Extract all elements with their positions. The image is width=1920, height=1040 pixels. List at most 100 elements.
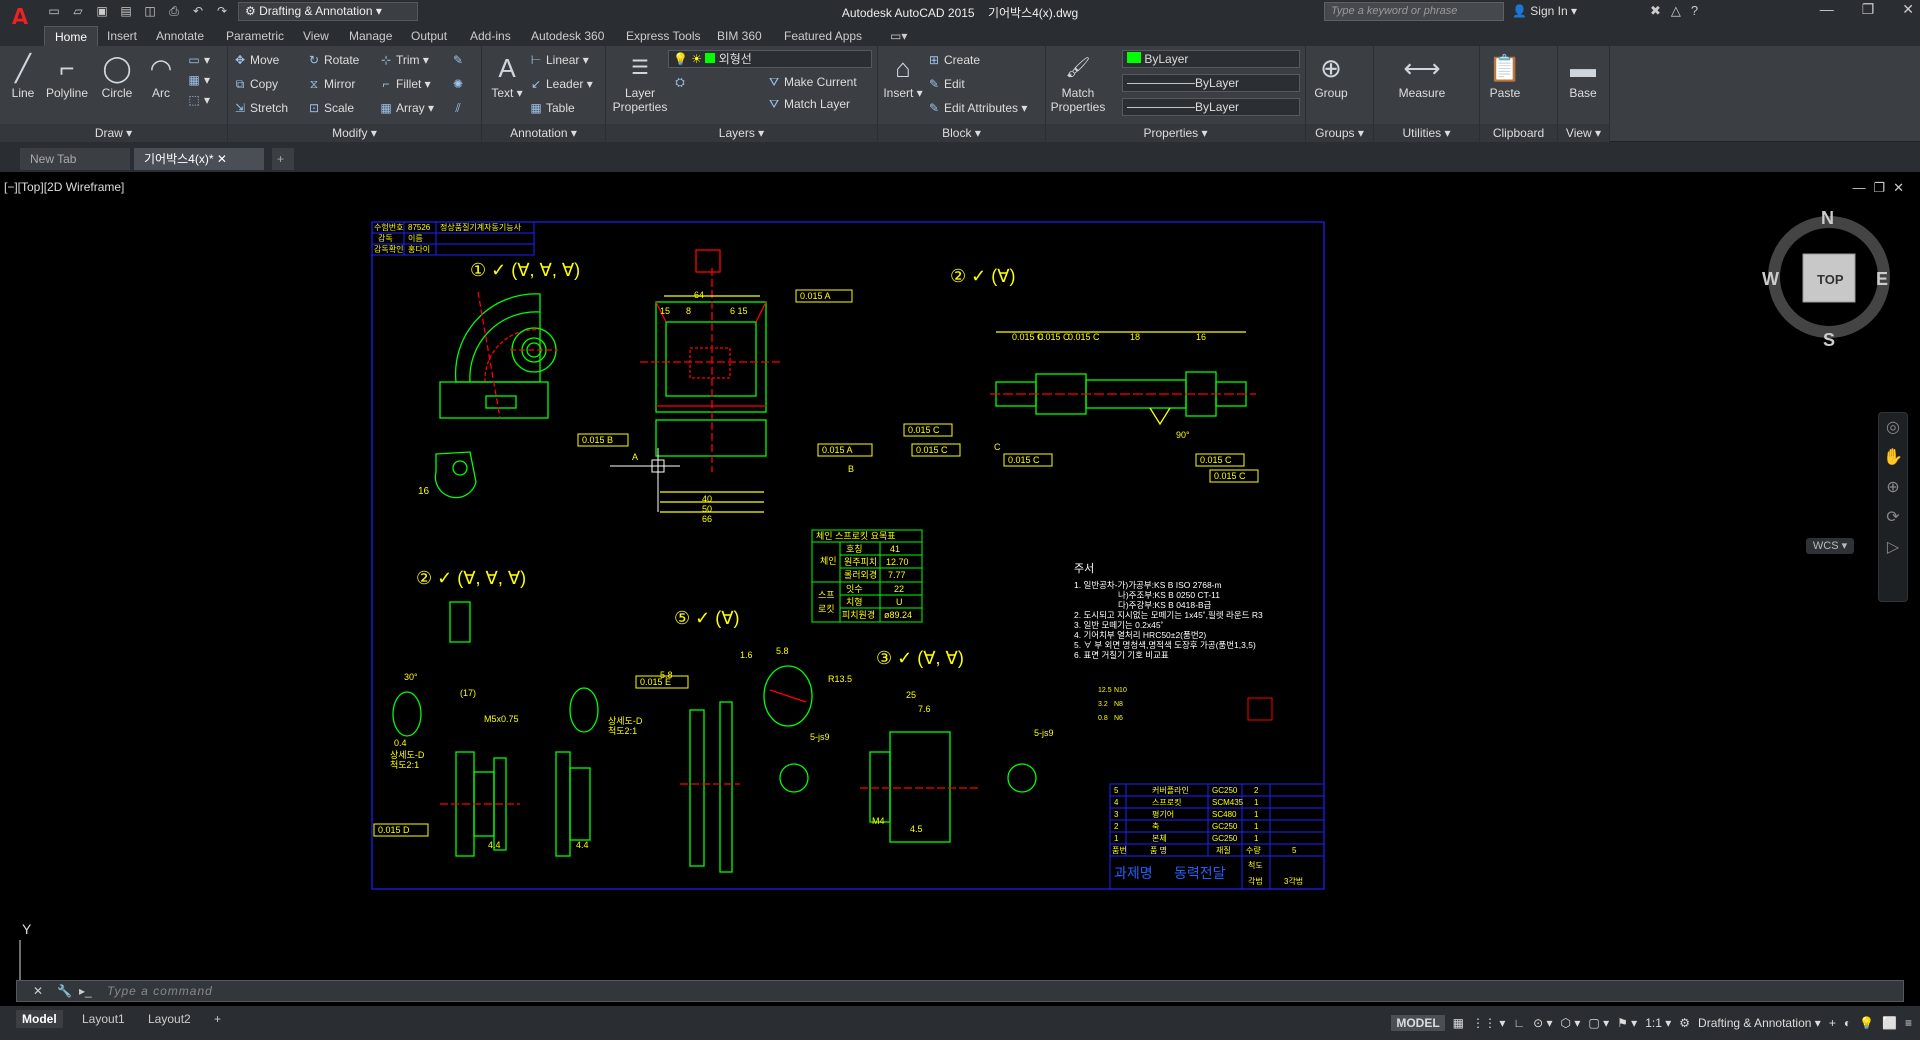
- add-tab-icon[interactable]: +: [272, 148, 294, 170]
- save-icon[interactable]: ▣: [92, 2, 112, 20]
- tab-addins[interactable]: Add-ins: [460, 26, 521, 46]
- web-icon[interactable]: ◫: [140, 2, 160, 20]
- table-button[interactable]: ▦ Table: [528, 98, 574, 118]
- saveas-icon[interactable]: ▤: [116, 2, 136, 20]
- workspace-select[interactable]: ⚙ Drafting & Annotation ▾: [238, 2, 418, 21]
- modify-panel-title[interactable]: Modify ▾: [228, 124, 481, 142]
- print-icon[interactable]: ⎙: [164, 2, 184, 20]
- view-panel-title[interactable]: View ▾: [1558, 124, 1609, 142]
- tab-express-tools[interactable]: Express Tools: [616, 26, 710, 46]
- workspace-gear-icon[interactable]: ⚙: [1679, 1016, 1690, 1030]
- layer-tools-row1[interactable]: ⛭: [672, 72, 732, 92]
- base-button[interactable]: ▬ Base: [1560, 50, 1606, 100]
- restore-icon[interactable]: ❐: [1862, 1, 1875, 18]
- line-button[interactable]: ╱ Line: [0, 50, 46, 100]
- viewcube-top[interactable]: TOP: [1817, 272, 1844, 287]
- ribbon-minimize-icon[interactable]: ▭▾: [880, 26, 917, 46]
- match-layer-button[interactable]: ⛛ Match Layer: [766, 94, 850, 114]
- pan-icon[interactable]: ✋: [1879, 443, 1907, 473]
- annotation-icon[interactable]: ⚑ ▾: [1617, 1016, 1637, 1030]
- tab-new[interactable]: New Tab: [20, 148, 130, 170]
- edit-block-button[interactable]: ✎ Edit: [926, 74, 965, 94]
- tab-model[interactable]: Model: [16, 1010, 63, 1028]
- lineweight-dropdown[interactable]: ────────ByLayer: [1122, 98, 1300, 116]
- zoom-icon[interactable]: ⊕: [1879, 473, 1907, 503]
- hardware-accel-icon[interactable]: ◐: [1844, 1016, 1851, 1030]
- tab-bim360[interactable]: BIM 360: [707, 26, 772, 46]
- grid-icon[interactable]: ▦: [1453, 1016, 1464, 1030]
- tab-home[interactable]: Home: [44, 26, 99, 46]
- tab-layout2[interactable]: Layout2: [142, 1010, 197, 1028]
- tab-parametric[interactable]: Parametric: [216, 26, 294, 46]
- viewcube-n[interactable]: N: [1821, 208, 1834, 228]
- annotation-scale-button[interactable]: 1:1 ▾: [1645, 1016, 1671, 1030]
- paste-button[interactable]: 📋 Paste: [1482, 50, 1528, 100]
- polar-icon[interactable]: ⊙ ▾: [1533, 1016, 1552, 1030]
- ortho-icon[interactable]: ∟: [1513, 1016, 1525, 1030]
- fillet-button[interactable]: ⌐ Fillet ▾: [378, 74, 430, 94]
- viewcube-s[interactable]: S: [1823, 330, 1835, 350]
- command-line[interactable]: ✕ 🔧 ▸_ Type a command: [16, 980, 1904, 1002]
- arc-button[interactable]: ◠ Arc: [138, 50, 184, 100]
- a360-icon[interactable]: △: [1671, 3, 1681, 19]
- tab-output[interactable]: Output: [401, 26, 457, 46]
- properties-panel-title[interactable]: Properties ▾: [1046, 124, 1305, 142]
- sign-in-button[interactable]: 👤 Sign In ▾: [1512, 4, 1577, 18]
- group-button[interactable]: ⊕ Group: [1308, 50, 1354, 100]
- mirror-button[interactable]: ⧖ Mirror: [306, 74, 356, 94]
- command-input[interactable]: Type a command: [107, 984, 213, 998]
- hatch-button[interactable]: ▦ ▾: [186, 70, 210, 90]
- tab-insert[interactable]: Insert: [97, 26, 147, 46]
- tab-annotate[interactable]: Annotate: [146, 26, 214, 46]
- create-block-button[interactable]: ⊞ Create: [926, 50, 980, 70]
- copy-button[interactable]: ⧉ Copy: [232, 74, 278, 94]
- search-input[interactable]: Type a keyword or phrase: [1324, 2, 1504, 21]
- showmotion-icon[interactable]: ▷: [1879, 533, 1907, 563]
- customize-icon[interactable]: ≡: [1905, 1016, 1912, 1030]
- tab-featured-apps[interactable]: Featured Apps: [774, 26, 872, 46]
- edit-attributes-button[interactable]: ✎ Edit Attributes ▾: [926, 98, 1027, 118]
- erase-button[interactable]: ✎: [450, 50, 468, 70]
- steering-wheel-icon[interactable]: ◎: [1879, 413, 1907, 443]
- clean-screen-icon[interactable]: ⬜: [1882, 1016, 1897, 1030]
- tab-view[interactable]: View: [293, 26, 339, 46]
- viewcube-e[interactable]: E: [1876, 269, 1888, 289]
- object-snap-icon[interactable]: ▢ ▾: [1588, 1016, 1609, 1030]
- layer-dropdown[interactable]: 💡 ☀ 외형선: [668, 50, 872, 68]
- tab-drawing[interactable]: 기어박스4(x)* ✕: [134, 148, 264, 170]
- isolate-icon[interactable]: 💡: [1859, 1016, 1874, 1030]
- insert-button[interactable]: ⌂ Insert ▾: [880, 50, 926, 100]
- exchange-icon[interactable]: ✖: [1650, 3, 1661, 19]
- stretch-button[interactable]: ⇲ Stretch: [232, 98, 288, 118]
- redo-icon[interactable]: ↷: [212, 2, 232, 20]
- cmd-close-icon[interactable]: ✕: [33, 984, 43, 998]
- linear-button[interactable]: ⊢ Linear ▾: [528, 50, 589, 70]
- undo-icon[interactable]: ↶: [188, 2, 208, 20]
- snap-icon[interactable]: ⋮⋮ ▾: [1472, 1016, 1505, 1030]
- draw-panel-title[interactable]: Draw ▾: [0, 124, 227, 142]
- groups-panel-title[interactable]: Groups ▾: [1306, 124, 1373, 142]
- viewcube[interactable]: TOP N S E W: [1762, 208, 1890, 350]
- leader-button[interactable]: ↙ Leader ▾: [528, 74, 593, 94]
- tab-close-icon[interactable]: ✕: [217, 152, 227, 166]
- measure-button[interactable]: ⟷ Measure: [1390, 50, 1454, 100]
- wcs-menu[interactable]: WCS ▾: [1806, 538, 1854, 554]
- isodraft-icon[interactable]: ⬡ ▾: [1561, 1016, 1581, 1030]
- explode-button[interactable]: ✺: [450, 74, 468, 94]
- cmd-customize-icon[interactable]: 🔧: [57, 984, 72, 998]
- polyline-button[interactable]: ⌐ Polyline: [44, 50, 90, 100]
- match-properties-button[interactable]: 🖌 Match Properties: [1050, 50, 1106, 114]
- workspace-switch[interactable]: Drafting & Annotation ▾: [1698, 1016, 1821, 1030]
- rectangle-button[interactable]: ▭ ▾: [186, 50, 210, 70]
- annotation-panel-title[interactable]: Annotation ▾: [482, 124, 605, 142]
- block-panel-title[interactable]: Block ▾: [878, 124, 1045, 142]
- region-button[interactable]: ⬚ ▾: [186, 90, 210, 110]
- array-button[interactable]: ▦ Array ▾: [378, 98, 434, 118]
- tab-autodesk360[interactable]: Autodesk 360: [521, 26, 614, 46]
- rotate-button[interactable]: ↻ Rotate: [306, 50, 359, 70]
- orbit-icon[interactable]: ⟳: [1879, 503, 1907, 533]
- text-button[interactable]: A Text ▾: [484, 50, 530, 100]
- offset-button[interactable]: ⫽: [450, 98, 468, 118]
- layer-properties-button[interactable]: ☰ Layer Properties: [610, 50, 670, 114]
- linetype-dropdown[interactable]: ────────ByLayer: [1122, 74, 1300, 92]
